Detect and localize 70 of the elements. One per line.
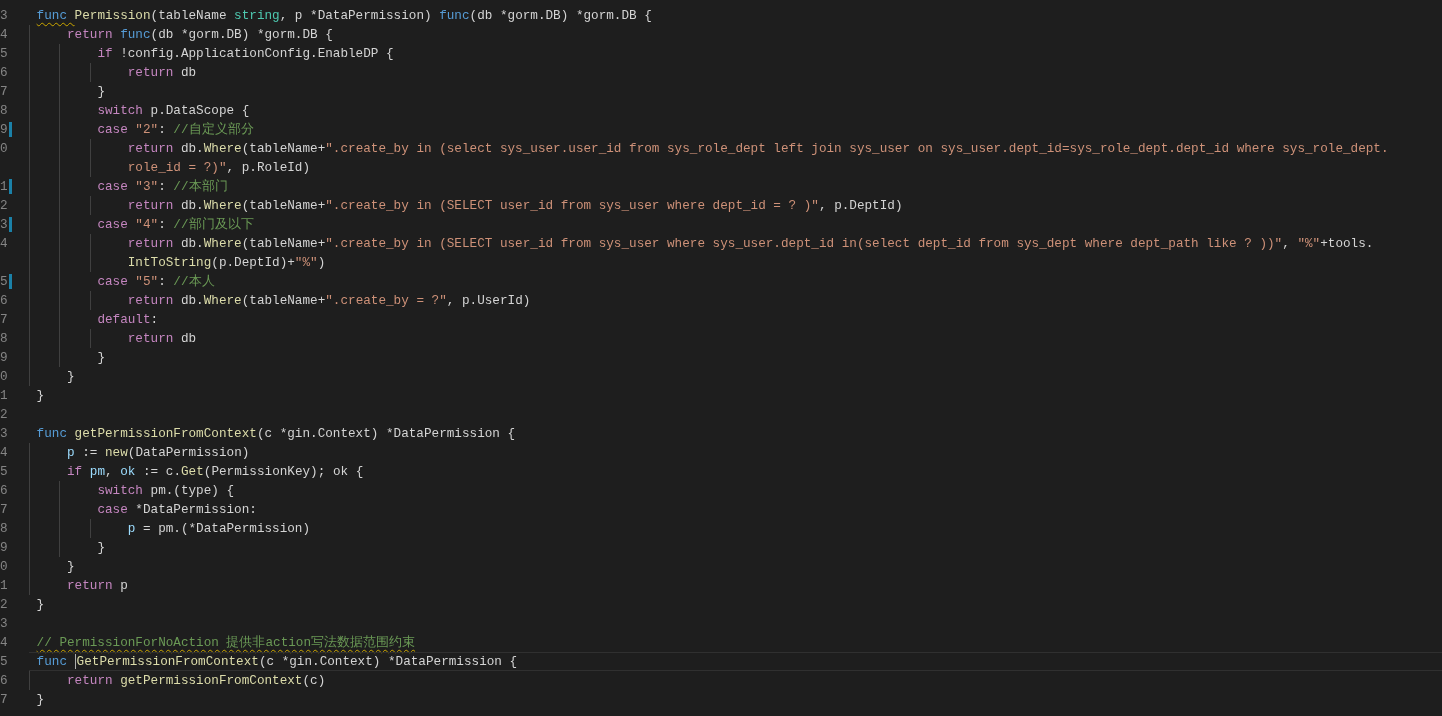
line-number: 6 — [0, 673, 8, 688]
line-number: 4 — [0, 236, 8, 251]
line-number: 0 — [0, 141, 8, 156]
line-number: 6 — [0, 483, 8, 498]
code-line: return getPermissionFromContext(c) — [29, 671, 1442, 690]
code-line: if pm, ok := c.Get(PermissionKey); ok { — [29, 462, 1442, 481]
code-line: } — [29, 557, 1442, 576]
line-number: 8 — [0, 103, 8, 118]
code-line: p := new(DataPermission) — [29, 443, 1442, 462]
line-number: 4 — [0, 635, 8, 650]
code-line: default: — [29, 310, 1442, 329]
code-line: return db.Where(tableName+".create_by in (SELECT user_id from sys_user where sys_user.dept_id in(select dept_id from sys_dept where dept_path like ? ))", "%"+tools. — [29, 234, 1442, 253]
code-line: } — [29, 82, 1442, 101]
line-number: 1 — [0, 578, 8, 593]
code-line: role_id = ?)", p.RoleId) — [29, 158, 1442, 177]
line-number: 3 — [0, 217, 8, 232]
line-number: 4 — [0, 27, 8, 42]
code-line: return db.Where(tableName+".create_by in (SELECT user_id from sys_user where dept_id = ? )", p.DeptId) — [29, 196, 1442, 215]
code-line: case "2": //自定义部分 — [29, 120, 1442, 139]
line-number: 7 — [0, 312, 8, 327]
code-line: case "5": //本人 — [29, 272, 1442, 291]
line-number: 3 — [0, 616, 8, 631]
code-line: // PermissionForNoAction 提供非action写法数据范围约束 — [35, 634, 417, 652]
code-line: } — [35, 691, 46, 709]
line-number: 2 — [0, 407, 8, 422]
code-line: return db.Where(tableName+".create_by in (select sys_user.user_id from sys_role_dept left join sys_user on sys_user.dept_id=sys_role_dept.dept_id where sys_role_dept. — [29, 139, 1442, 158]
line-number: 7 — [0, 692, 8, 707]
line-number: 5 — [0, 274, 8, 289]
code-line: } — [29, 348, 1442, 367]
code-line: return db — [29, 63, 1442, 82]
code-line: p = pm.(*DataPermission) — [29, 519, 1442, 538]
line-number: 3 — [0, 426, 8, 441]
code-line: func GetPermissionFromContext(c *gin.Context) *DataPermission { — [29, 652, 1442, 671]
line-number: 3 — [0, 8, 8, 23]
line-number: 0 — [0, 559, 8, 574]
code-line: return func(db *gorm.DB) *gorm.DB { — [29, 25, 1442, 44]
code-line: return db.Where(tableName+".create_by = ?", p.UserId) — [29, 291, 1442, 310]
code-line: } — [35, 387, 46, 405]
line-number: 1 — [0, 179, 8, 194]
line-number: 1 — [0, 388, 8, 403]
line-number: 7 — [0, 84, 8, 99]
code-line: func getPermissionFromContext(c *gin.Context) *DataPermission { — [35, 425, 517, 443]
line-number: 5 — [0, 464, 8, 479]
code-line: switch pm.(type) { — [29, 481, 1442, 500]
line-number: 2 — [0, 597, 8, 612]
line-number: 0 — [0, 369, 8, 384]
code-line: case *DataPermission: — [29, 500, 1442, 519]
code-line: } — [35, 596, 46, 614]
line-number: 7 — [0, 502, 8, 517]
line-number: 9 — [0, 540, 8, 555]
line-number: 2 — [0, 198, 8, 213]
line-number: 6 — [0, 65, 8, 80]
code-line: case "3": //本部门 — [29, 177, 1442, 196]
line-number: 9 — [0, 350, 8, 365]
line-number: 4 — [0, 445, 8, 460]
code-line: if !config.ApplicationConfig.EnableDP { — [29, 44, 1442, 63]
code-line: } — [29, 367, 1442, 386]
line-number: 8 — [0, 521, 8, 536]
code-line: } — [29, 538, 1442, 557]
code-line: IntToString(p.DeptId)+"%") — [29, 253, 1442, 272]
code-line: return p — [29, 576, 1442, 595]
code-line: case "4": //部门及以下 — [29, 215, 1442, 234]
line-number: 5 — [0, 654, 8, 669]
code-line: return db — [29, 329, 1442, 348]
line-number: 5 — [0, 46, 8, 61]
line-number: 6 — [0, 293, 8, 308]
code-line: func Permission(tableName string, p *DataPermission) func(db *gorm.DB) *gorm.DB { — [35, 7, 653, 25]
code-line: switch p.DataScope { — [29, 101, 1442, 120]
line-number: 8 — [0, 331, 8, 346]
line-number: 9 — [0, 122, 8, 137]
